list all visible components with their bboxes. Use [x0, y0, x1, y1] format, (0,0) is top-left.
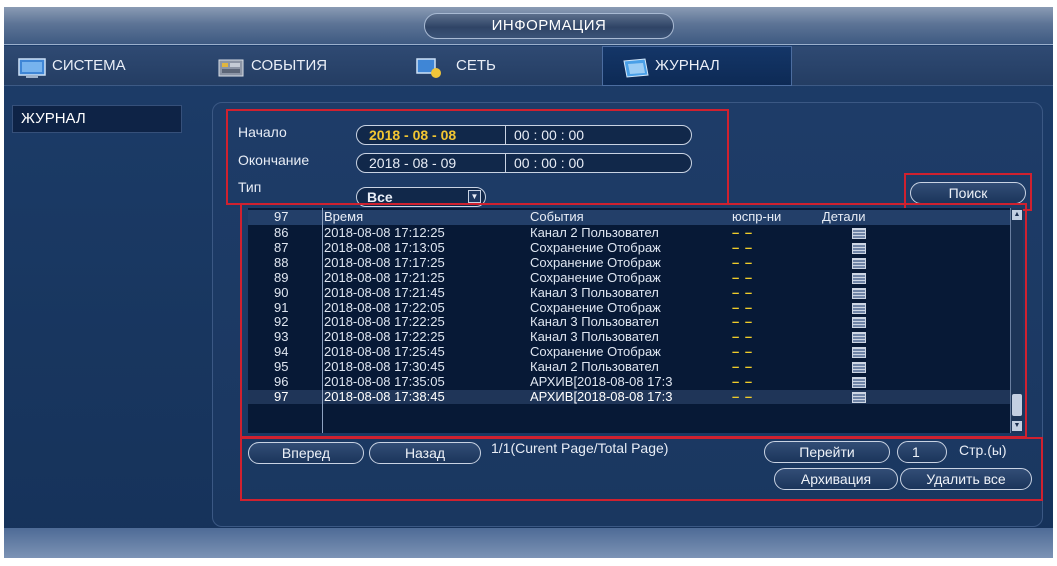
tab-events[interactable]: СОБЫТИЯ: [217, 46, 397, 86]
tab-events-label: СОБЫТИЯ: [251, 57, 328, 74]
start-datetime-field[interactable]: 2018 - 08 - 08 00 : 00 : 00: [356, 125, 692, 145]
end-date-value: 2018 - 08 - 09: [369, 155, 457, 171]
type-label: Тип: [238, 179, 262, 195]
tab-system-label: СИСТЕМА: [52, 57, 126, 74]
start-label: Начало: [238, 124, 287, 140]
tab-log[interactable]: ЖУРНАЛ: [602, 46, 792, 86]
field-separator: [505, 126, 506, 144]
monitor-icon: [18, 55, 48, 78]
end-time-value: 00 : 00 : 00: [514, 155, 585, 171]
start-date-value: 2018 - 08 - 08: [369, 127, 457, 143]
log-icon: [621, 55, 651, 78]
page-info: 1/1(Curent Page/Total Page): [491, 440, 669, 456]
tab-bar: СИСТЕМА СОБЫТИЯ СЕТЬ ЖУРНАЛ: [4, 46, 1053, 86]
end-datetime-field[interactable]: 2018 - 08 - 09 00 : 00 : 00: [356, 153, 692, 173]
end-label: Окончание: [238, 152, 310, 168]
archive-button[interactable]: Архивация: [774, 468, 898, 490]
goto-button[interactable]: Перейти: [764, 441, 890, 463]
network-icon: [414, 55, 444, 78]
field-separator: [505, 154, 506, 172]
tab-system[interactable]: СИСТЕМА: [18, 46, 188, 86]
page-unit-label: Стр.(ы): [959, 442, 1007, 458]
chevron-down-icon[interactable]: ▼: [468, 190, 481, 203]
sidebar-item-log[interactable]: ЖУРНАЛ: [12, 105, 182, 133]
tab-log-label: ЖУРНАЛ: [655, 57, 720, 74]
log-window: ИНФОРМАЦИЯ СИСТЕМА СОБЫТИЯ СЕТЬ ЖУРНАЛ Ж…: [4, 7, 1053, 558]
table-highlight: [240, 203, 1027, 438]
bottom-bar: [4, 528, 1053, 558]
back-button[interactable]: Назад: [369, 442, 481, 464]
forward-button[interactable]: Вперед: [248, 442, 364, 464]
delete-all-button[interactable]: Удалить все: [900, 468, 1032, 490]
page-number-input[interactable]: 1: [897, 441, 947, 463]
tab-network-label: СЕТЬ: [456, 57, 496, 74]
start-time-value: 00 : 00 : 00: [514, 127, 585, 143]
events-icon: [217, 55, 247, 77]
title-bar: ИНФОРМАЦИЯ: [4, 7, 1053, 45]
window-title: ИНФОРМАЦИЯ: [424, 13, 674, 39]
search-button[interactable]: Поиск: [910, 182, 1026, 204]
tab-network[interactable]: СЕТЬ: [414, 46, 574, 86]
